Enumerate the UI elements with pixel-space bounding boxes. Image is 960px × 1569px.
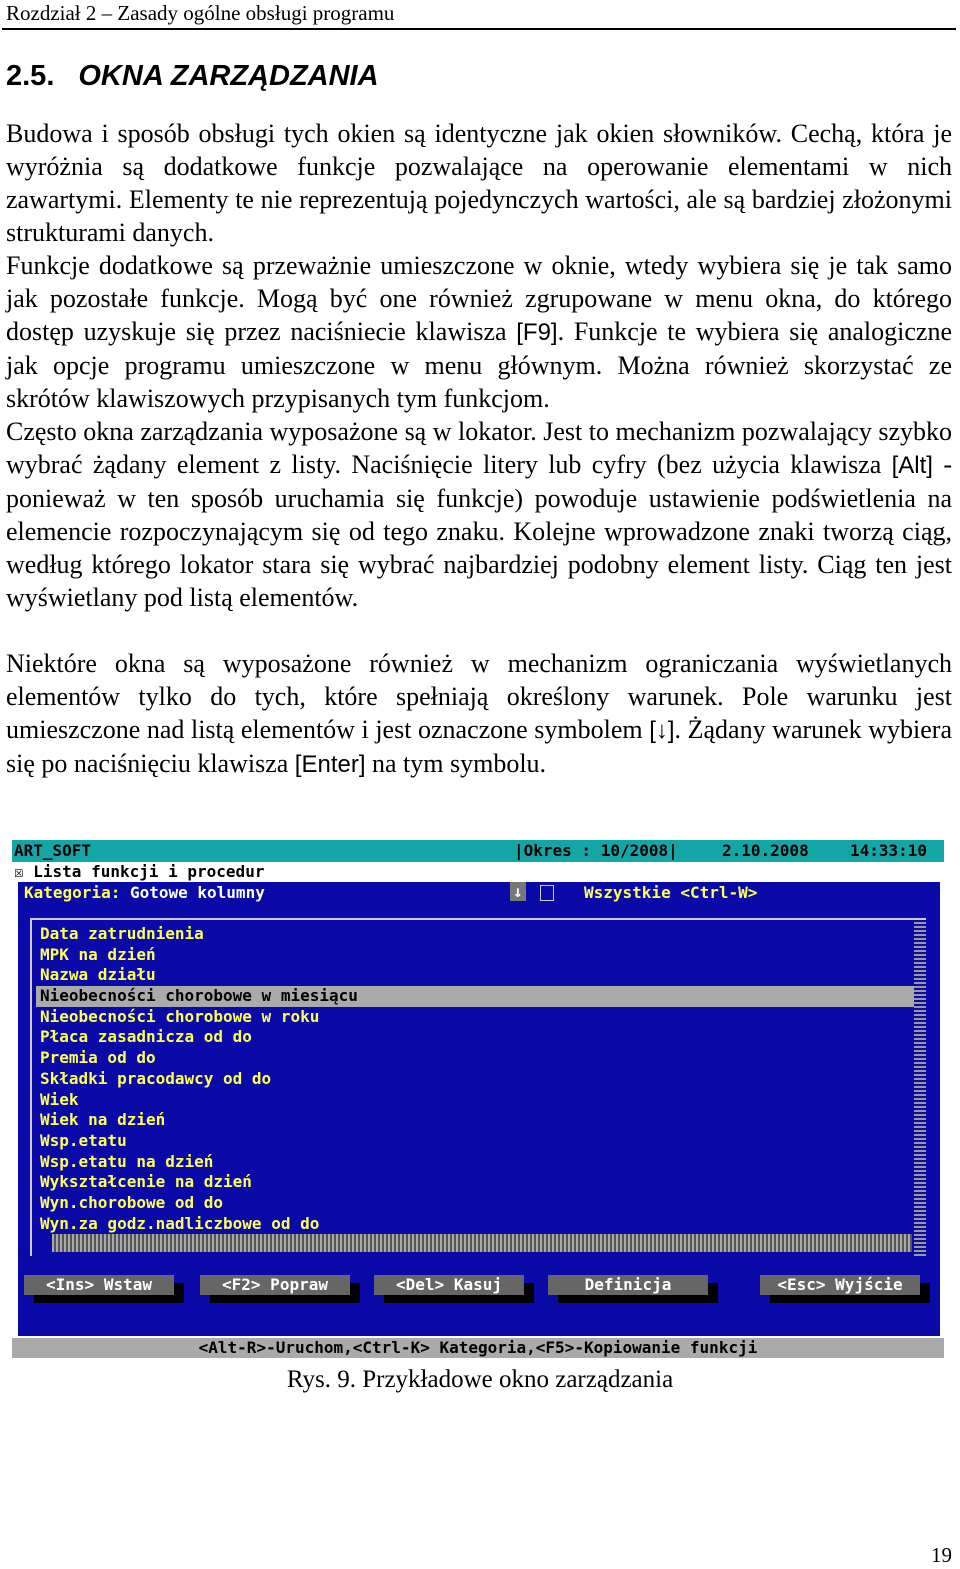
filter-checkbox[interactable] [540,885,554,901]
list-item[interactable]: Wsp.etatu [36,1131,920,1152]
window-title[interactable]: ☒ Lista funkcji i procedur [14,862,264,881]
text-run: Budowa i sposób obsługi tych okien są id… [6,119,952,247]
period: |Okres : 10/2008| [514,841,678,860]
filter-all-option[interactable]: Wszystkie <Ctrl-W> [584,883,757,902]
list-item[interactable]: Wyn.za godz.nadliczbowe od do [36,1214,920,1235]
title-bar: ART_SOFT |Okres : 10/2008| 2.10.2008 14:… [12,840,944,862]
function-list: Data zatrudnienia MPK na dzień Nazwa dział… [36,924,920,1234]
time: 14:33:10 [850,841,928,860]
section-title: OKNA ZARZĄDZANIA [78,60,379,92]
window-title-bar: ☒ Lista funkcji i procedur [12,862,944,882]
button-kasuj[interactable]: <Del> Kasuj [374,1275,524,1295]
page-number: 19 [931,1543,952,1567]
section-heading: 2.5. OKNA ZARZĄDZANIA [6,60,379,93]
list-item[interactable]: Wiek [36,1090,920,1111]
button-wyjście[interactable]: <Esc> Wyjście [760,1275,920,1295]
vertical-scrollbar[interactable] [914,920,926,1256]
section-number: 2.5. [6,60,55,92]
text-run: Często okna zarządzania wyposażone są w … [6,417,952,479]
key-name: [↓] [649,717,675,744]
list-item[interactable]: Wiek na dzień [36,1110,920,1131]
figure-caption: Rys. 9. Przykładowe okno zarządzania [286,1366,674,1393]
paragraph: Budowa i sposób obsługi tych okien są id… [6,117,952,249]
management-window: Kategoria: Gotowe kolumny ↓ Wszystkie <C… [18,882,940,1336]
list-item[interactable]: Płaca zasadnicza od do [36,1027,920,1048]
filter-arrow-icon[interactable]: ↓ [510,882,526,901]
list-item[interactable]: Data zatrudnienia [36,924,920,945]
horizontal-scrollbar[interactable] [52,1234,912,1252]
category-value: Gotowe kolumny [129,883,265,902]
paragraph: Funkcje dodatkowe są przeważnie umieszcz… [6,249,952,415]
button-wstaw[interactable]: <Ins> Wstaw [24,1275,174,1295]
running-head: Rozdział 2 – Zasady ogólne obsługi progr… [6,1,395,25]
key-name: [F9] [516,319,558,346]
body-text: Budowa i sposób obsługi tych okien są id… [6,117,952,781]
list-item[interactable]: Premia od do [36,1048,920,1069]
date: 2.10.2008 [722,841,809,860]
key-name: [Enter] [294,751,366,778]
list-item[interactable]: Wykształcenie na dzień [36,1172,920,1193]
button-definicja[interactable]: Definicja [548,1275,708,1295]
paragraph: Często okna zarządzania wyposażone są w … [6,415,952,614]
list-item[interactable]: Wsp.etatu na dzień [36,1152,920,1173]
button-popraw[interactable]: <F2> Popraw [200,1275,350,1295]
text-run: na tym symbolu. [365,749,547,778]
list-item[interactable]: Wyn.chorobowe od do [36,1193,920,1214]
header-rule [2,28,956,30]
screenshot-figure: ART_SOFT |Okres : 10/2008| 2.10.2008 14:… [12,840,944,1360]
document-page: Rozdział 2 – Zasady ogólne obsługi progr… [0,0,960,1569]
key-name: [Alt] [891,452,933,479]
list-item[interactable]: Nieobecności chorobowe w roku [36,1007,920,1028]
list-box: Data zatrudnienia MPK na dzień Nazwa dział… [30,918,926,1256]
app-name: ART_SOFT [14,841,92,860]
category-label: Kategoria: [24,883,121,902]
paragraph: Niektóre okna są wyposażone również w me… [6,647,952,781]
status-bar: <Alt-R>-Uruchom,<Ctrl-K> Kategoria,<F5>-… [12,1338,944,1358]
list-item[interactable]: Nieobecności chorobowe w miesiącu [36,986,920,1007]
list-item[interactable]: Składki pracodawcy od do [36,1069,920,1090]
list-item[interactable]: Nazwa działu [36,965,920,986]
list-item[interactable]: MPK na dzień [36,945,920,966]
category-field[interactable]: Kategoria: Gotowe kolumny [24,883,265,902]
